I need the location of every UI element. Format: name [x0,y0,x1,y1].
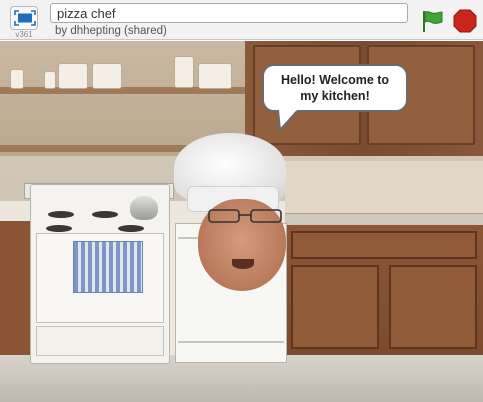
chef-mouth [232,259,254,269]
player-toolbar: v361 by dhhepting (shared) [0,0,483,40]
canister [92,63,122,89]
backsplash [285,161,483,216]
burner [46,225,72,232]
bottle [44,71,56,89]
speech-bubble: Hello! Welcome to my kitchen! [262,64,408,112]
bottle [10,69,24,89]
drawer [291,231,477,259]
project-title-input[interactable] [50,3,408,23]
countertop [285,213,483,225]
stop-sign-icon[interactable] [453,9,477,33]
version-label: v361 [15,30,33,39]
burner [118,225,144,232]
cabinet-door [291,265,379,349]
basket [198,63,232,89]
glasses-icon [208,209,282,223]
cabinet-door [389,265,477,349]
speech-line-2: my kitchen! [300,89,370,103]
left-cabinet [0,221,32,355]
dishwasher-panel-line [178,341,284,343]
author-line: by dhhepting (shared) [55,25,167,37]
burner [48,211,74,218]
stage[interactable]: Hello! Welcome to my kitchen! [0,41,483,402]
speech-line-1: Hello! Welcome to [280,73,390,87]
speech-bubble-tail [277,110,299,132]
jar [174,56,194,88]
oven-drawer [36,326,164,356]
canister [58,63,88,89]
fullscreen-icon [14,10,36,26]
dish-towel [73,241,143,293]
fullscreen-button[interactable] [10,6,38,30]
green-flag-icon[interactable] [420,9,444,33]
burner [92,211,118,218]
lower-cabinets [285,225,483,355]
kettle [130,196,158,220]
